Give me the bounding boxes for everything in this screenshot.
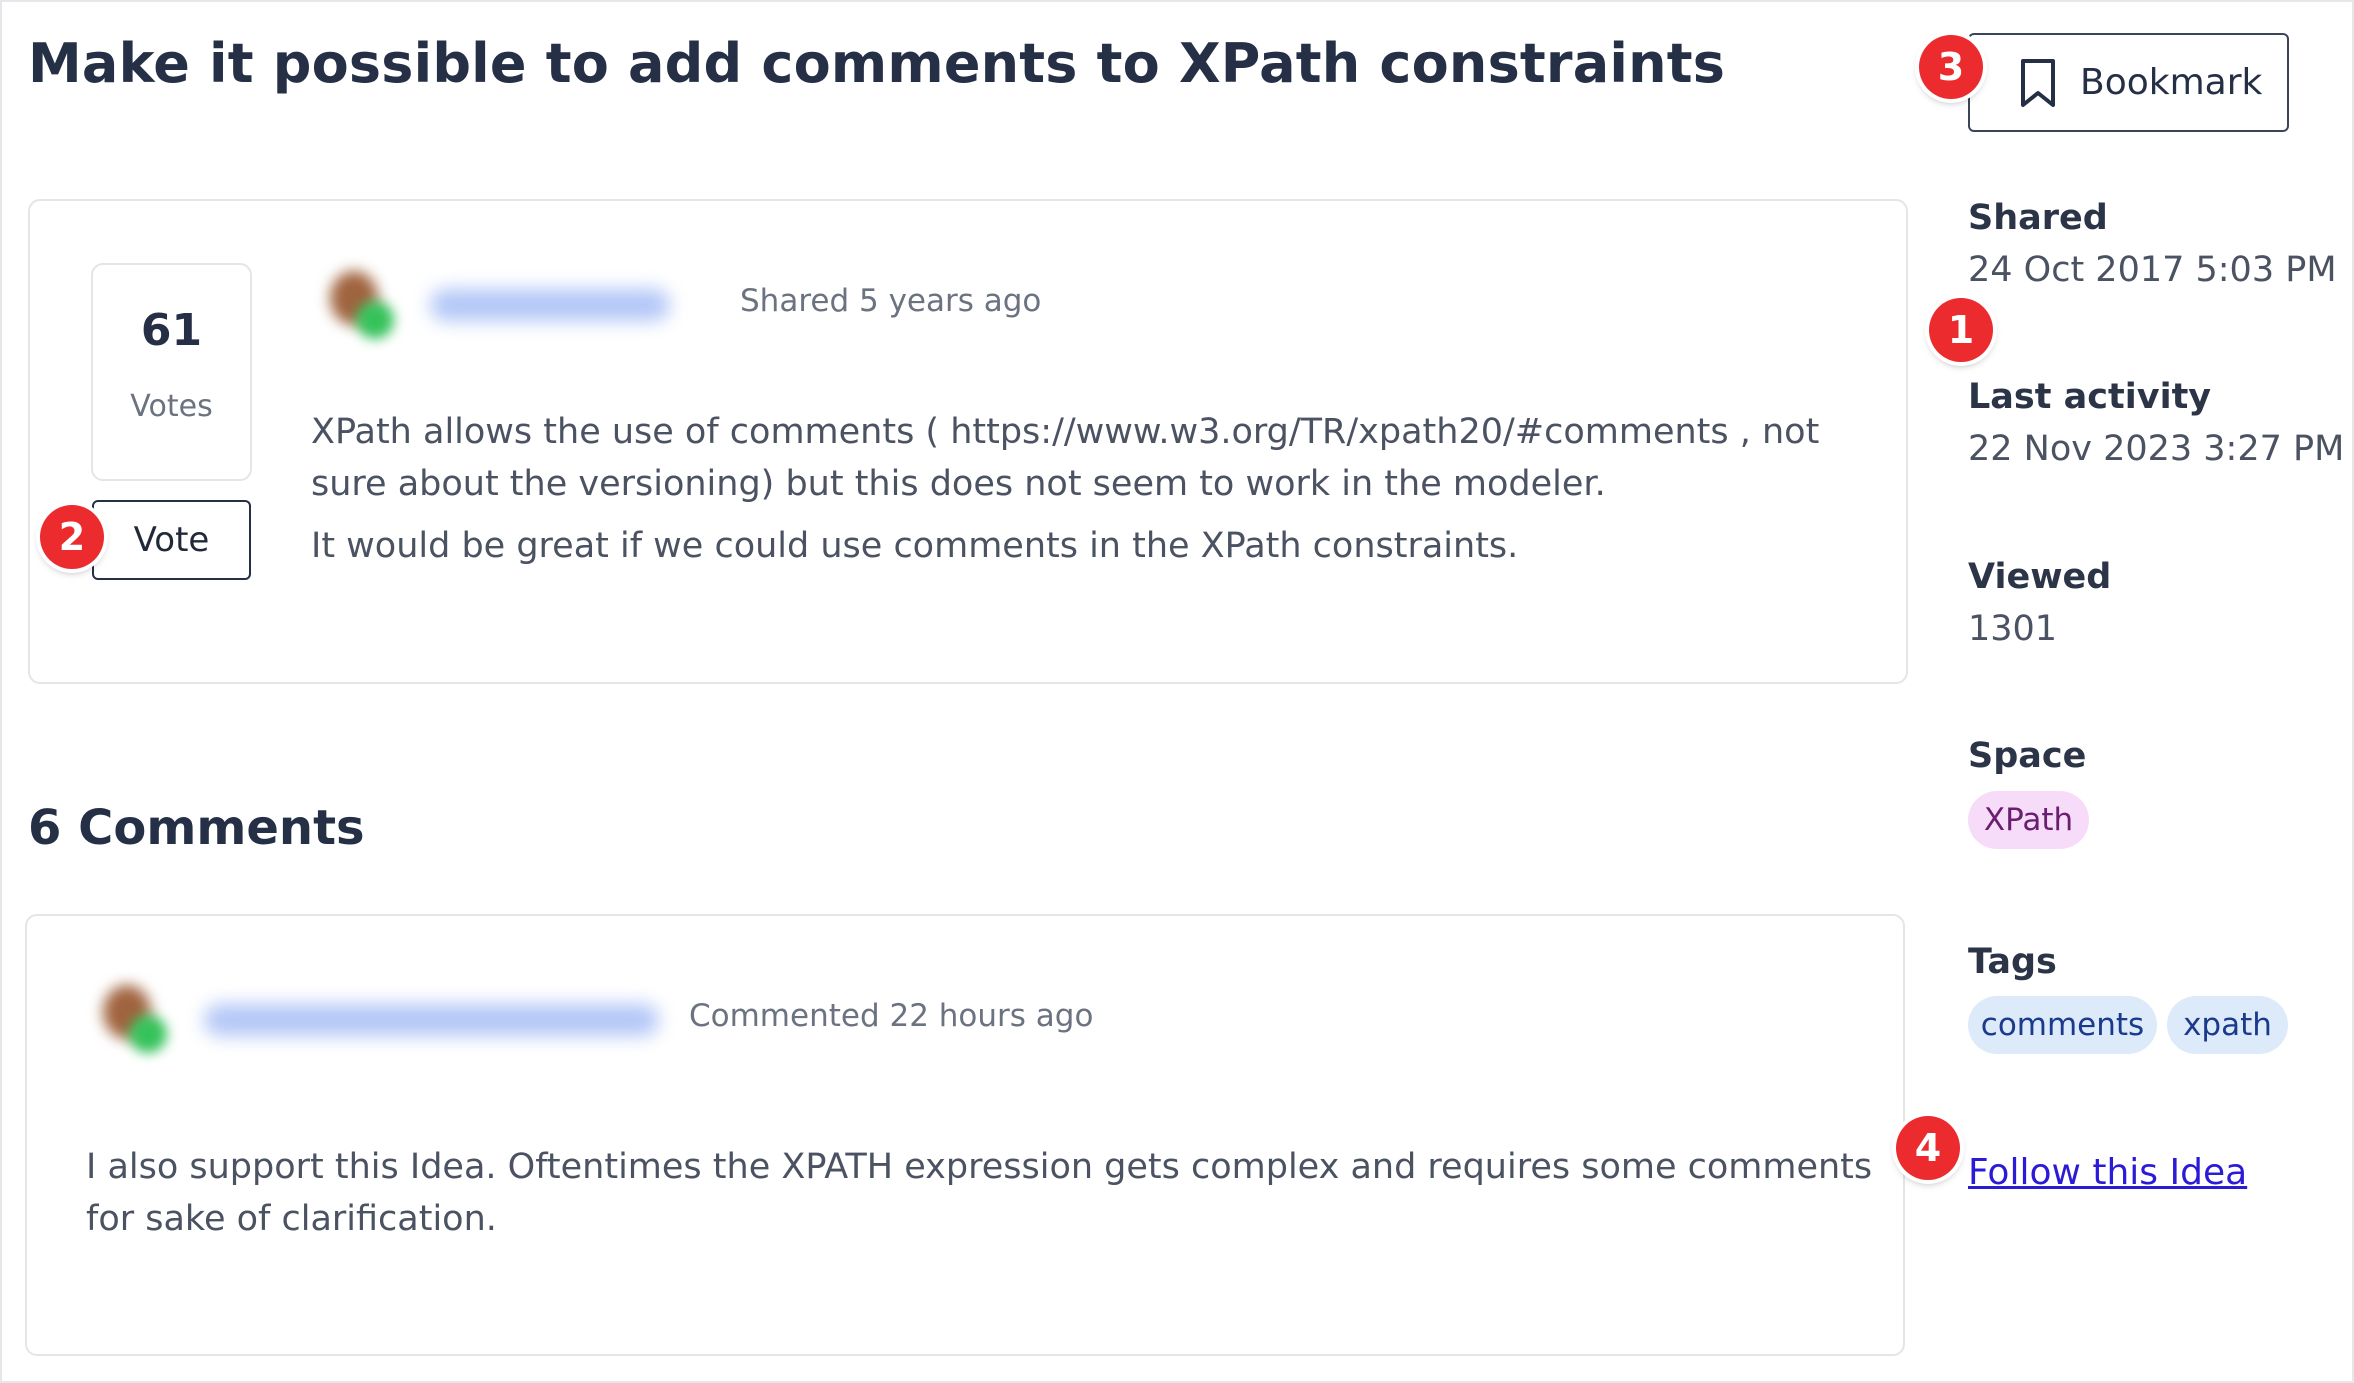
annotation-badge-4: 4 bbox=[1896, 1116, 1960, 1180]
idea-description: XPath allows the use of comments ( https… bbox=[311, 406, 1851, 572]
tag-chip-comments[interactable]: comments bbox=[1968, 996, 2157, 1054]
space-label: Space bbox=[1968, 736, 2087, 776]
votes-box: 61 Votes bbox=[91, 263, 252, 481]
idea-paragraph: It would be great if we could use commen… bbox=[311, 526, 1519, 566]
annotation-badge-3: 3 bbox=[1919, 35, 1983, 99]
commenter-name-blurred[interactable] bbox=[204, 1004, 659, 1036]
vote-button[interactable]: Vote bbox=[92, 500, 251, 580]
votes-count: 61 bbox=[140, 305, 203, 356]
viewed-label: Viewed bbox=[1968, 557, 2112, 597]
bookmark-button[interactable]: Bookmark bbox=[1968, 33, 2289, 132]
tag-chip-xpath[interactable]: xpath bbox=[2167, 996, 2288, 1054]
page-title: Make it possible to add comments to XPat… bbox=[28, 32, 1726, 95]
bookmark-label: Bookmark bbox=[2080, 62, 2263, 103]
last-activity-label: Last activity bbox=[1968, 377, 2212, 417]
space-chip[interactable]: XPath bbox=[1968, 791, 2089, 849]
commenter-avatar[interactable] bbox=[95, 979, 175, 1059]
shared-value: 24 Oct 2017 5:03 PM bbox=[1968, 250, 2337, 290]
votes-label: Votes bbox=[130, 389, 213, 424]
last-activity-value: 22 Nov 2023 3:27 PM bbox=[1968, 429, 2345, 469]
shared-ago: Shared 5 years ago bbox=[740, 283, 1042, 319]
shared-label: Shared bbox=[1968, 198, 2108, 238]
annotation-badge-1: 1 bbox=[1929, 298, 1993, 362]
tags-label: Tags bbox=[1968, 942, 2057, 982]
follow-idea-link[interactable]: Follow this Idea bbox=[1968, 1152, 2247, 1193]
annotation-badge-2: 2 bbox=[40, 505, 104, 569]
comments-heading: 6 Comments bbox=[28, 800, 365, 856]
author-avatar[interactable] bbox=[322, 265, 402, 345]
comment-text: I also support this Idea. Oftentimes the… bbox=[86, 1147, 1873, 1239]
bookmark-icon bbox=[2021, 58, 2055, 107]
viewed-value: 1301 bbox=[1968, 609, 2058, 649]
idea-paragraph: XPath allows the use of comments ( https… bbox=[311, 412, 1820, 504]
comment-time: Commented 22 hours ago bbox=[689, 998, 1094, 1034]
comment-card: Commented 22 hours ago I also support th… bbox=[25, 914, 1905, 1356]
idea-card: 61 Votes Vote Shared 5 years ago XPath a… bbox=[28, 199, 1908, 684]
author-name-blurred[interactable] bbox=[430, 289, 670, 321]
